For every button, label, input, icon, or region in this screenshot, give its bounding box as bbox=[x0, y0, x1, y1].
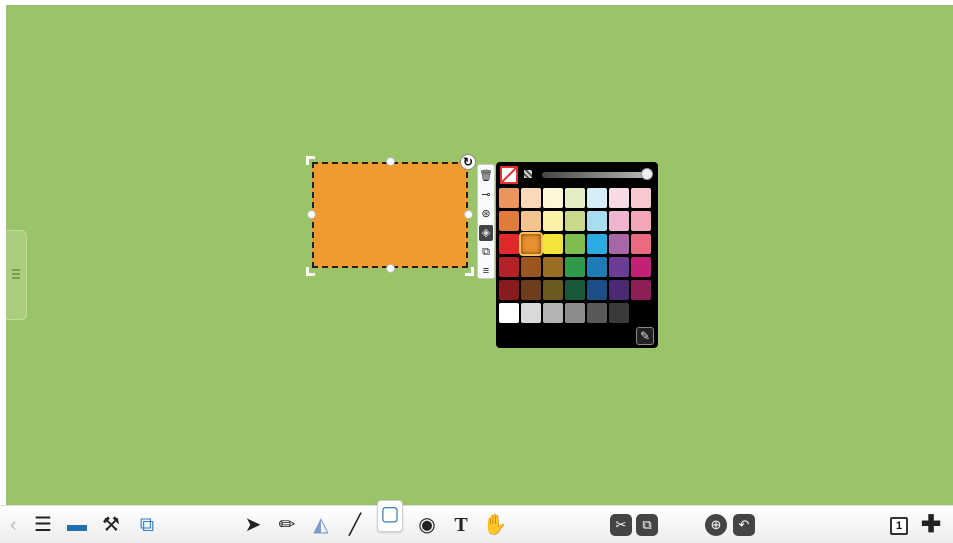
color-swatch[interactable] bbox=[631, 280, 651, 300]
shape-tools-bar: 🗑 ⊸ ⊛ ◈ ⧉ ≡ bbox=[477, 164, 495, 279]
resources-icon[interactable]: ⧉ bbox=[134, 512, 160, 538]
corner-handle-bottom-right[interactable] bbox=[465, 267, 474, 276]
text-tool-icon[interactable]: T bbox=[448, 512, 474, 538]
color-swatch[interactable] bbox=[521, 303, 541, 323]
color-swatch[interactable] bbox=[609, 234, 629, 254]
color-swatch[interactable] bbox=[631, 211, 651, 231]
color-swatch[interactable] bbox=[499, 211, 519, 231]
color-swatch[interactable] bbox=[565, 188, 585, 208]
transparency-icon bbox=[524, 170, 532, 178]
color-swatch[interactable] bbox=[521, 211, 541, 231]
color-swatch[interactable] bbox=[609, 188, 629, 208]
copy-icon[interactable]: ⧉ bbox=[636, 514, 658, 536]
page-number[interactable]: 1 bbox=[890, 517, 908, 535]
color-swatch[interactable] bbox=[565, 280, 585, 300]
color-swatch[interactable] bbox=[499, 303, 519, 323]
eraser-icon[interactable]: ◭ bbox=[308, 512, 334, 538]
color-swatch[interactable] bbox=[631, 257, 651, 277]
no-fill-swatch[interactable] bbox=[500, 166, 518, 184]
color-swatch[interactable] bbox=[609, 280, 629, 300]
color-swatch[interactable] bbox=[499, 188, 519, 208]
color-swatch[interactable] bbox=[543, 303, 563, 323]
color-swatch[interactable] bbox=[499, 257, 519, 277]
color-swatch[interactable] bbox=[543, 211, 563, 231]
color-swatch[interactable] bbox=[587, 234, 607, 254]
color-palette: ✎ bbox=[496, 162, 658, 348]
menu-icon[interactable]: ☰ bbox=[30, 512, 56, 538]
hand-icon[interactable]: ✋ bbox=[482, 512, 508, 538]
corner-handle-top-left[interactable] bbox=[306, 156, 315, 165]
delete-icon[interactable]: 🗑 bbox=[479, 168, 493, 184]
color-swatch[interactable] bbox=[587, 211, 607, 231]
shape-tool-icon[interactable]: ▢ bbox=[377, 500, 403, 532]
resize-handle-left[interactable] bbox=[307, 210, 316, 219]
selected-rectangle[interactable] bbox=[312, 162, 468, 268]
color-swatch[interactable] bbox=[587, 257, 607, 277]
resize-handle-bottom[interactable] bbox=[386, 264, 395, 273]
side-panel-toggle[interactable] bbox=[6, 230, 27, 320]
opacity-slider-thumb[interactable] bbox=[641, 168, 653, 180]
undo-icon[interactable]: ↶ bbox=[733, 514, 755, 536]
resize-handle-top[interactable] bbox=[386, 157, 395, 166]
opacity-slider[interactable] bbox=[542, 172, 650, 178]
tools-icon[interactable]: ⚒ bbox=[98, 512, 124, 538]
color-swatch[interactable] bbox=[519, 232, 543, 256]
color-swatch[interactable] bbox=[543, 280, 563, 300]
resize-handle-right[interactable] bbox=[464, 210, 473, 219]
menu-icon[interactable]: ≡ bbox=[479, 263, 493, 279]
color-swatch[interactable] bbox=[543, 257, 563, 277]
color-swatch[interactable] bbox=[631, 303, 651, 323]
color-swatch[interactable] bbox=[587, 188, 607, 208]
center-view-icon[interactable]: ⊕ bbox=[705, 514, 727, 536]
color-swatch[interactable] bbox=[521, 280, 541, 300]
color-swatch[interactable] bbox=[543, 234, 563, 254]
color-swatch[interactable] bbox=[631, 188, 651, 208]
color-swatch[interactable] bbox=[587, 303, 607, 323]
bottom-toolbar: ‹ ☰ ▬ ⚒ ⧉ ➤ ✏ ◭ ╱ ▢ ◉ T ✋ ✂ ⧉ ⊕ ↶ 1 ✚ bbox=[0, 500, 953, 543]
color-swatch[interactable] bbox=[609, 257, 629, 277]
color-swatch[interactable] bbox=[587, 280, 607, 300]
cut-icon[interactable]: ✂ bbox=[610, 514, 632, 536]
eyedropper-icon[interactable]: ✎ bbox=[636, 327, 654, 345]
pen-icon[interactable]: ✏ bbox=[274, 512, 300, 538]
line-icon[interactable]: ╱ bbox=[342, 512, 368, 538]
grip-icon bbox=[12, 269, 20, 279]
add-page-icon[interactable]: ✚ bbox=[918, 512, 944, 538]
color-swatch[interactable] bbox=[521, 257, 541, 277]
color-swatch[interactable] bbox=[499, 234, 519, 254]
color-swatch[interactable] bbox=[543, 188, 563, 208]
color-swatch[interactable] bbox=[565, 211, 585, 231]
color-swatch[interactable] bbox=[609, 303, 629, 323]
line-style-icon[interactable]: ⊸ bbox=[479, 187, 493, 203]
color-swatch[interactable] bbox=[565, 257, 585, 277]
color-swatch[interactable] bbox=[565, 234, 585, 254]
color-swatch[interactable] bbox=[609, 211, 629, 231]
display-icon[interactable]: ▬ bbox=[64, 512, 90, 538]
pattern-icon[interactable]: ⊛ bbox=[479, 206, 493, 222]
color-swatch[interactable] bbox=[565, 303, 585, 323]
fill-icon[interactable]: ◈ bbox=[479, 225, 493, 241]
color-swatch[interactable] bbox=[521, 188, 541, 208]
spotlight-icon[interactable]: ◉ bbox=[414, 512, 440, 538]
color-swatch[interactable] bbox=[631, 234, 651, 254]
corner-handle-bottom-left[interactable] bbox=[306, 267, 315, 276]
select-icon[interactable]: ➤ bbox=[240, 512, 266, 538]
collapse-toolbar-icon[interactable]: ‹ bbox=[10, 514, 17, 536]
color-swatch[interactable] bbox=[499, 280, 519, 300]
rotate-icon[interactable]: ↻ bbox=[460, 154, 476, 170]
arrange-icon[interactable]: ⧉ bbox=[479, 244, 493, 260]
